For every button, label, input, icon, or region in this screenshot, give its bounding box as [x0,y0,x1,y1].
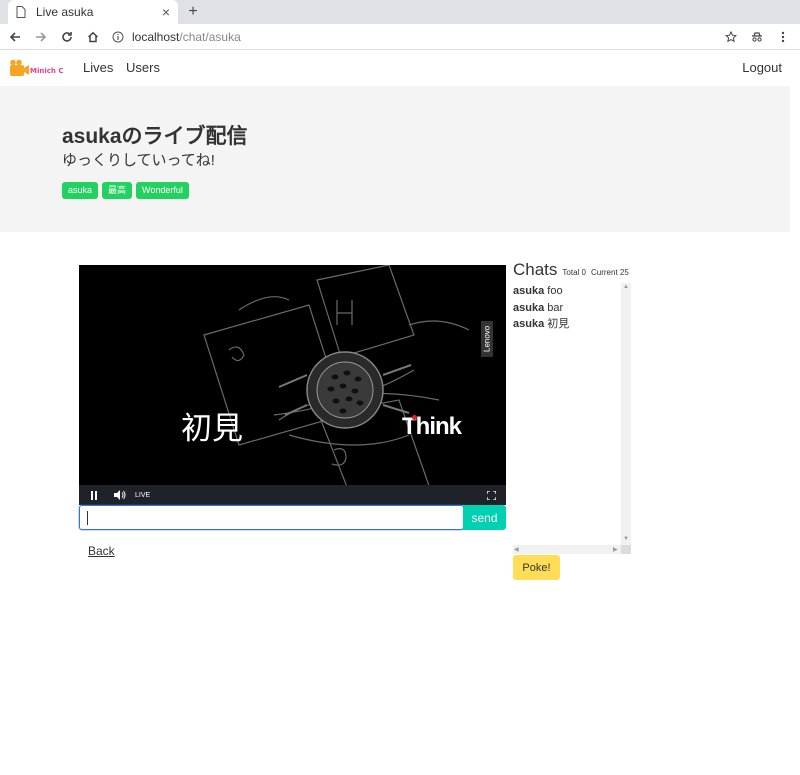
pause-icon[interactable] [87,488,101,502]
think-dot-icon [412,415,417,420]
tag-list: asuka 最高 Wonderful [62,182,189,199]
video-controls: LIVE [79,485,506,505]
chat-text: 初見 [547,318,570,330]
chat-message-input[interactable] [79,505,464,530]
scroll-right-arrow-icon[interactable]: ▶ [613,546,618,553]
chat-horizontal-scrollbar[interactable]: ◀ ▶ [513,545,621,554]
live-indicator: LIVE [135,491,151,499]
chat-log[interactable]: asuka foo asuka bar asuka 初見 ▲ ▼ ◀ ▶ [513,283,631,554]
lenovo-logo: Lenovo [481,321,493,357]
back-arrow-icon[interactable] [4,26,26,48]
scrollbar-corner [621,545,631,554]
close-tab-icon[interactable]: × [162,4,170,20]
address-bar[interactable]: localhost/chat/asuka [112,26,716,48]
text-cursor [87,511,88,525]
browser-tab[interactable]: Live asuka × [8,0,178,24]
scroll-left-arrow-icon[interactable]: ◀ [514,546,519,553]
url-host: localhost [132,29,180,44]
chat-vertical-scrollbar[interactable]: ▲ ▼ [621,283,631,545]
menu-kebab-icon[interactable] [772,26,794,48]
page-scrollbar[interactable] [790,50,800,775]
volume-icon[interactable] [113,488,127,502]
bookmark-star-icon[interactable] [720,26,742,48]
video-frame [203,265,470,505]
new-tab-icon[interactable]: + [183,2,203,22]
forward-arrow-icon[interactable] [30,26,52,48]
video-caption: 初見 [181,411,243,447]
chat-user: asuka [513,318,545,330]
scroll-up-arrow-icon[interactable]: ▲ [623,284,629,290]
chats-header: Chats Total 0 Current 25 [513,260,629,280]
fullscreen-icon[interactable] [484,488,498,502]
hero-section: asukaのライブ配信 ゆっくりしていってね! asuka 最高 Wonderf… [0,86,790,232]
chat-message: asuka foo [513,283,631,299]
browser-toolbar: localhost/chat/asuka [0,24,800,50]
chat-message: asuka 初見 [513,316,631,332]
tab-title: Live asuka [36,5,94,19]
poke-button[interactable]: Poke! [513,555,560,580]
info-icon[interactable] [112,31,126,43]
browser-tabstrip: Live asuka × + [0,0,800,24]
chat-message: asuka bar [513,300,631,316]
nav-link-users[interactable]: Users [126,60,160,75]
logout-link[interactable]: Logout [742,60,782,75]
site-logo[interactable]: Minich C [9,58,69,80]
page-icon [16,6,28,18]
chats-title: Chats [513,260,558,279]
tag[interactable]: Wonderful [136,182,189,199]
back-link[interactable]: Back [88,544,115,558]
chat-user: asuka [513,301,545,314]
logo-text: Minich C [30,67,63,75]
think-logo: Think [402,413,462,440]
nav-link-lives[interactable]: Lives [83,60,113,75]
chat-user: asuka [513,285,545,297]
tag[interactable]: asuka [62,182,99,199]
page-subtitle: ゆっくりしていってね! [62,152,215,169]
chats-current: Current 25 [591,268,629,277]
chats-total: Total 0 [562,268,586,277]
chat-text: foo [547,285,563,297]
scroll-down-arrow-icon[interactable]: ▼ [623,536,629,542]
url-path: /chat/asuka [179,29,241,44]
incognito-icon[interactable] [746,26,768,48]
chat-text: bar [547,301,564,314]
tag[interactable]: 最高 [102,182,133,199]
video-player[interactable]: 初見 Think Lenovo LIVE [79,265,506,505]
site-navbar: Minich C Lives Users Logout [0,50,800,86]
reload-icon[interactable] [56,26,78,48]
home-icon[interactable] [82,26,104,48]
page-title: asukaのライブ配信 [62,125,248,148]
send-button[interactable]: send [463,505,506,530]
